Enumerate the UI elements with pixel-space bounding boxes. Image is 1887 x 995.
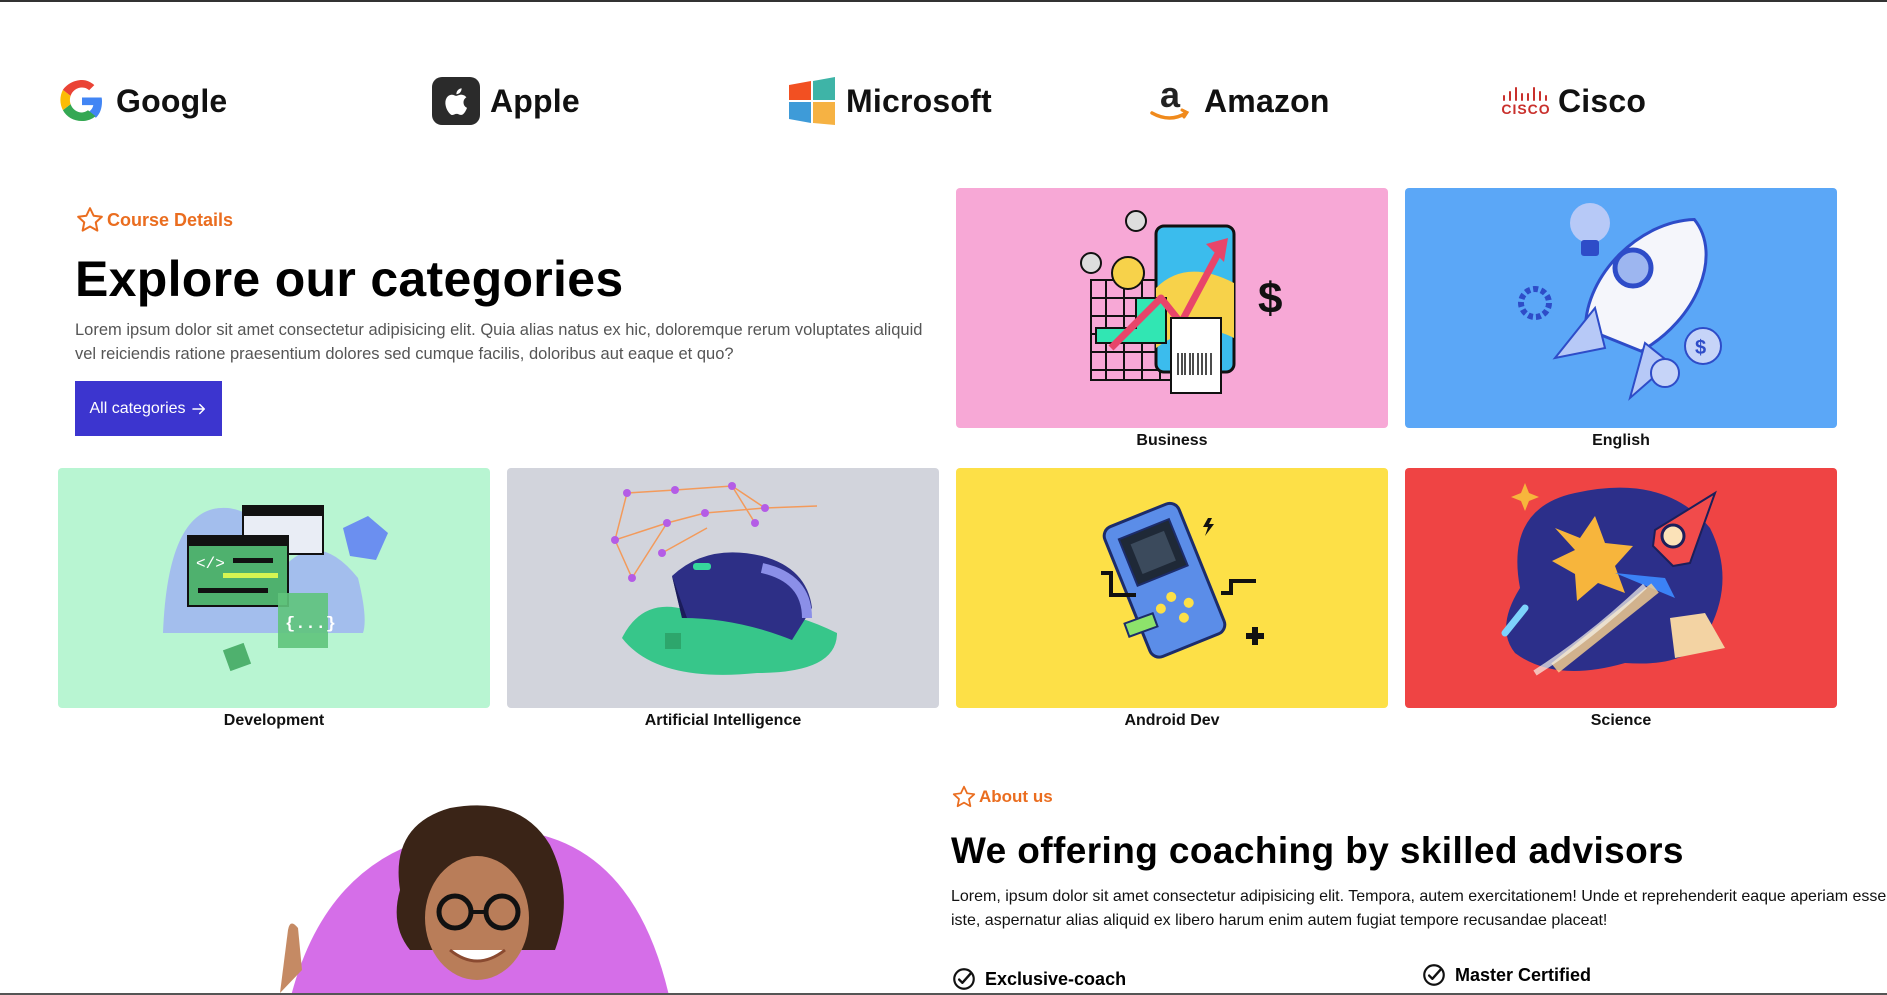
about-title: We offering coaching by skilled advisors xyxy=(951,830,1684,871)
category-label: English xyxy=(1592,432,1650,449)
vr-headset-illustration xyxy=(611,482,837,675)
svg-text:{...}: {...} xyxy=(285,615,336,634)
hero-image xyxy=(250,800,700,993)
arrow-right-icon xyxy=(191,403,205,414)
page-title: Explore our categories xyxy=(75,251,624,307)
cisco-logo-icon: CISCO xyxy=(1500,77,1552,125)
categories-description: Lorem ipsum dolor sit amet consectetur a… xyxy=(75,321,923,363)
svg-text:</>: </> xyxy=(196,555,225,573)
brand-name: Apple xyxy=(490,82,580,119)
feature-label: Master Certified xyxy=(1455,964,1592,985)
svg-text:a: a xyxy=(1160,77,1181,115)
microsoft-logo-icon xyxy=(788,77,836,125)
check-circle-icon xyxy=(1423,964,1445,986)
all-categories-button[interactable]: All categories xyxy=(75,381,222,436)
category-card-business[interactable]: $ xyxy=(956,188,1388,428)
feature-label: Exclusive-coach xyxy=(985,968,1127,989)
business-illustration: $ xyxy=(1080,210,1282,394)
top-border xyxy=(0,0,1887,2)
category-label: Android Dev xyxy=(1124,712,1220,729)
category-label: Science xyxy=(1590,712,1652,729)
brand-name: Cisco xyxy=(1558,82,1647,119)
cisco-logo-text: CISCO xyxy=(1501,101,1551,117)
star-icon xyxy=(77,207,103,232)
check-circle-icon xyxy=(953,968,975,990)
category-card-development[interactable]: </> {...} xyxy=(58,468,490,708)
about-description: Lorem, ipsum dolor sit amet consectetur … xyxy=(951,888,1887,929)
eyebrow-label: About us xyxy=(979,787,1053,806)
amazon-logo-icon: a xyxy=(1146,77,1194,125)
code-illustration: </> {...} xyxy=(163,505,388,672)
brand-apple: Apple xyxy=(432,74,580,128)
eyebrow-label: Course Details xyxy=(107,209,234,230)
category-card-ai[interactable] xyxy=(507,468,939,708)
course-details-eyebrow: Course Details xyxy=(75,205,233,235)
category-card-english[interactable]: $ xyxy=(1405,188,1837,428)
google-logo-icon xyxy=(58,77,106,125)
category-label: Development xyxy=(223,712,325,729)
category-card-science[interactable] xyxy=(1405,468,1837,708)
apple-logo-icon xyxy=(432,77,480,125)
feature-exclusive-coach: Exclusive-coach xyxy=(951,966,1126,992)
brand-name: Amazon xyxy=(1204,82,1330,119)
woman-portrait-illustration xyxy=(280,805,669,993)
brand-name: Google xyxy=(116,82,228,119)
brand-name: Microsoft xyxy=(846,82,992,119)
svg-text:$: $ xyxy=(1695,337,1706,359)
gameboy-illustration xyxy=(1101,501,1264,659)
category-label: Artificial Intelligence xyxy=(644,712,802,729)
brand-cisco: CISCO Cisco xyxy=(1500,74,1646,128)
science-rocket-illustration xyxy=(1501,483,1725,676)
brand-amazon: a Amazon xyxy=(1146,74,1330,128)
button-label: All categories xyxy=(89,399,186,417)
about-us-eyebrow: About us xyxy=(951,784,1053,810)
feature-master-certified: Master Certified xyxy=(1421,962,1591,988)
rocket-illustration: $ xyxy=(1518,203,1722,401)
brand-google: Google xyxy=(58,74,227,128)
brand-microsoft: Microsoft xyxy=(788,74,992,128)
category-label: Business xyxy=(1136,432,1208,449)
star-icon xyxy=(952,785,976,808)
category-card-android-dev[interactable] xyxy=(956,468,1388,708)
svg-text:$: $ xyxy=(1258,274,1282,323)
